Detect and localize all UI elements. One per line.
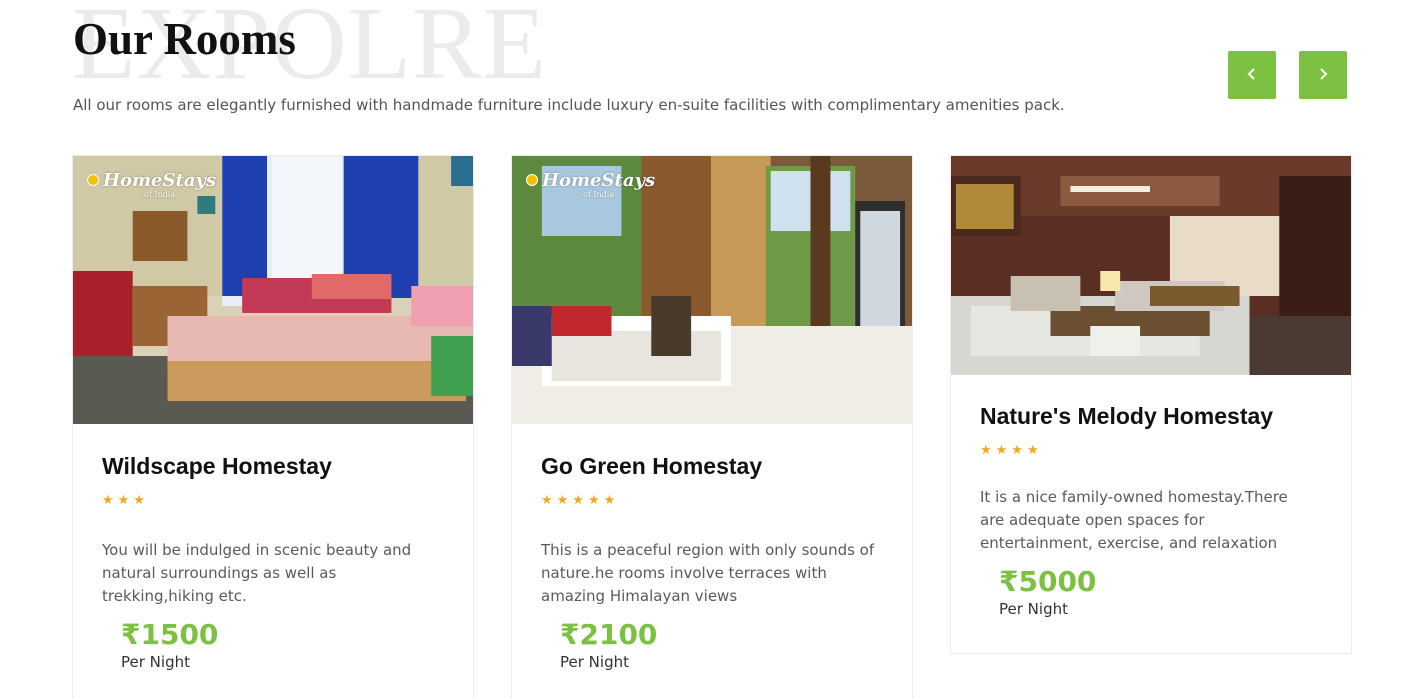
room-photo[interactable]: HomeStays of India xyxy=(73,156,473,424)
room-photo[interactable]: HomeStays of India xyxy=(512,156,912,424)
price-unit: Per Night xyxy=(121,653,190,672)
room-card-wildscape[interactable]: HomeStays of India Wildscape Homestay ★★★… xyxy=(72,155,474,698)
homestays-logo-watermark: HomeStays of India xyxy=(87,172,216,199)
room-card-natures-melody[interactable]: Nature's Melody Homestay ★★★★ It is a ni… xyxy=(950,155,1352,654)
price-unit: Per Night xyxy=(999,600,1068,619)
room-description: It is a nice family-owned homestay.There… xyxy=(980,487,1288,552)
room-photo[interactable] xyxy=(951,156,1351,375)
logo-emblem-icon xyxy=(87,174,99,186)
chevron-right-icon xyxy=(1318,67,1328,83)
room-name[interactable]: Nature's Melody Homestay xyxy=(980,403,1322,431)
room-price: ₹2100 xyxy=(560,617,658,651)
room-card-go-green[interactable]: HomeStays of India Go Green Homestay ★★★★… xyxy=(511,155,913,698)
room-price: ₹1500 xyxy=(121,617,219,651)
carousel-prev-button[interactable] xyxy=(1228,51,1276,99)
star-rating: ★★★ xyxy=(102,492,149,508)
star-rating: ★★★★★ xyxy=(541,492,620,508)
homestays-logo-watermark: HomeStays of India xyxy=(526,172,655,199)
star-rating: ★★★★ xyxy=(980,442,1043,458)
room-name[interactable]: Wildscape Homestay xyxy=(102,453,444,481)
section-title: Our Rooms xyxy=(73,14,296,64)
logo-emblem-icon xyxy=(526,174,538,186)
room-name[interactable]: Go Green Homestay xyxy=(541,453,883,481)
chevron-left-icon xyxy=(1247,67,1257,83)
room-description: This is a peaceful region with only soun… xyxy=(541,540,875,605)
price-unit: Per Night xyxy=(560,653,629,672)
room-description: You will be indulged in scenic beauty an… xyxy=(102,540,412,605)
carousel-next-button[interactable] xyxy=(1299,51,1347,99)
section-subtitle: All our rooms are elegantly furnished wi… xyxy=(73,96,1065,114)
room-price: ₹5000 xyxy=(999,564,1097,598)
